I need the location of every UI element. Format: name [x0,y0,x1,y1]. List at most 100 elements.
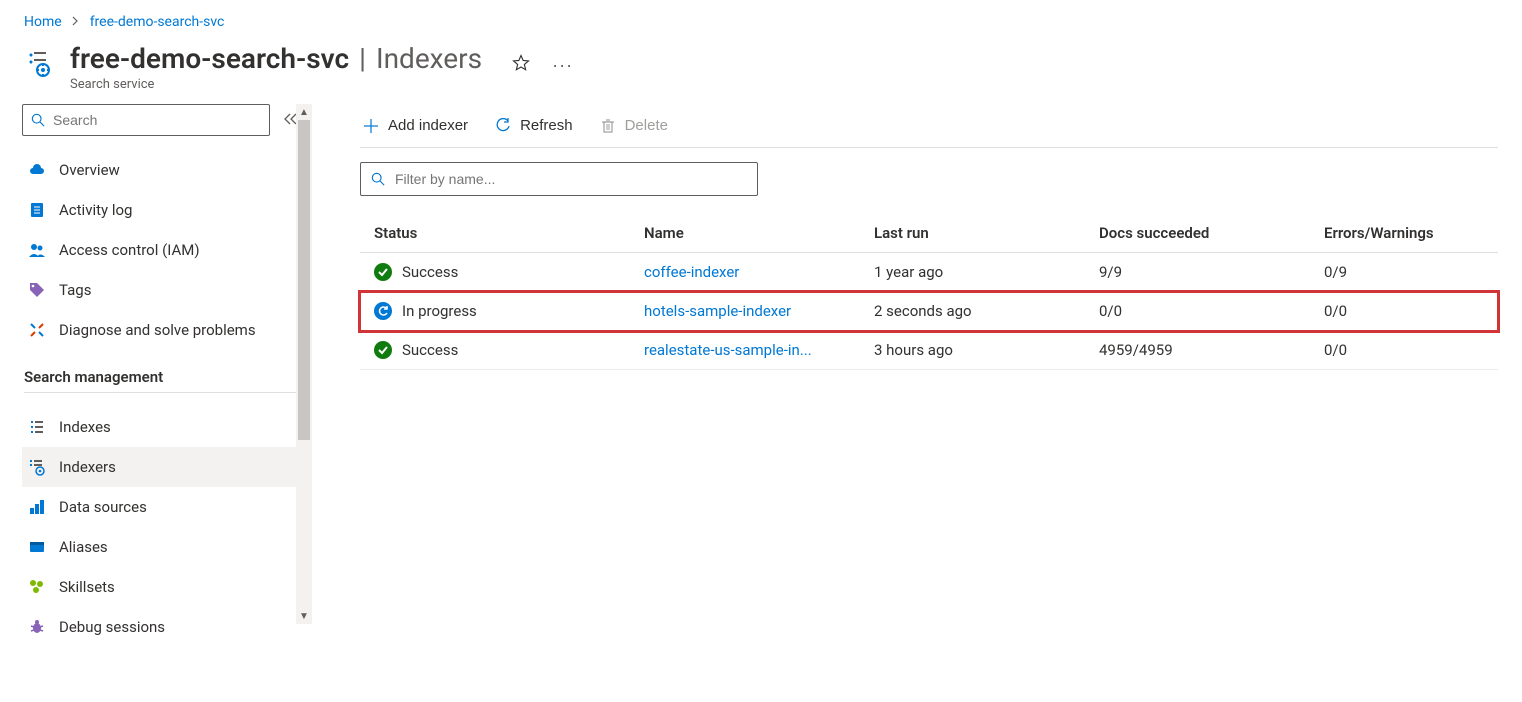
indexer-icon [27,457,47,477]
table-row[interactable]: Success coffee-indexer 1 year ago9/90/9 [360,253,1498,292]
sidebar-section-search-management: Search management [24,368,304,393]
indexer-link[interactable]: realestate-us-sample-in... [644,341,812,359]
sidebar-item-aliases[interactable]: Aliases [22,527,312,567]
sidebar-item-indexers[interactable]: Indexers [22,447,312,487]
sidebar-item-label: Aliases [59,538,108,556]
col-docs-succeeded[interactable]: Docs succeeded [1099,224,1324,242]
status-cell: Success [374,263,644,281]
last-run-cell: 3 hours ago [874,341,1099,359]
filter-input[interactable] [395,171,747,187]
check-circle-icon [374,341,392,359]
skillset-icon [27,577,47,597]
datasource-icon [27,497,47,517]
refresh-icon [494,117,512,135]
indexer-link[interactable]: hotels-sample-indexer [644,302,791,320]
trash-icon [599,117,617,135]
sidebar-search-input[interactable] [53,112,261,128]
delete-button: Delete [597,113,670,139]
last-run-cell: 2 seconds ago [874,302,1099,320]
favorite-button[interactable] [508,50,534,81]
sidebar-item-skillsets[interactable]: Skillsets [22,567,312,607]
wrench-icon [27,320,47,340]
errors-warnings-cell: 0/0 [1324,341,1484,359]
breadcrumb: Home free-demo-search-svc [0,0,1522,38]
scrollbar-down-icon[interactable]: ▼ [296,608,312,624]
col-status[interactable]: Status [374,224,644,242]
add-indexer-button[interactable]: Add indexer [360,113,470,139]
sidebar-item-data-sources[interactable]: Data sources [22,487,312,527]
errors-warnings-cell: 0/9 [1324,263,1484,281]
sidebar-item-debug-sessions[interactable]: Debug sessions [22,607,312,647]
status-text: Success [402,341,458,359]
status-cell: Success [374,341,644,359]
sync-icon [374,302,392,320]
last-run-cell: 1 year ago [874,263,1099,281]
col-name[interactable]: Name [644,224,874,242]
people-icon [27,240,47,260]
indexer-link[interactable]: coffee-indexer [644,263,739,281]
tag-icon [27,280,47,300]
refresh-button[interactable]: Refresh [492,113,575,139]
sidebar-item-label: Data sources [59,498,147,516]
indexers-table: Status Name Last run Docs succeeded Erro… [360,214,1498,370]
errors-warnings-cell: 0/0 [1324,302,1484,320]
sidebar-item-label: Activity log [59,201,132,219]
breadcrumb-home[interactable]: Home [24,14,62,30]
sidebar-item-label: Indexers [59,458,116,476]
command-bar: Add indexer Refresh Delete [360,104,1498,148]
cloud-icon [27,160,47,180]
resource-subtitle: Search service [70,77,482,92]
name-cell: hotels-sample-indexer [644,302,874,320]
col-last-run[interactable]: Last run [874,224,1099,242]
more-actions-button[interactable]: ··· [548,51,577,80]
sidebar-scrollbar-thumb[interactable] [298,120,310,440]
indexer-resource-icon [24,48,54,78]
col-errors-warnings[interactable]: Errors/Warnings [1324,224,1484,242]
check-circle-icon [374,263,392,281]
alias-icon [27,537,47,557]
table-header: Status Name Last run Docs succeeded Erro… [360,214,1498,253]
page-title: free-demo-search-svc | Indexers [70,42,482,75]
breadcrumb-resource[interactable]: free-demo-search-svc [90,14,225,30]
sidebar-item-label: Access control (IAM) [59,241,200,259]
docs-succeeded-cell: 4959/4959 [1099,341,1324,359]
docs-succeeded-cell: 9/9 [1099,263,1324,281]
sidebar-item-label: Indexes [59,418,111,436]
sidebar-item-tags[interactable]: Tags [22,270,312,310]
sidebar-item-overview[interactable]: Overview [22,150,312,190]
filter-by-name[interactable] [360,162,758,196]
table-row[interactable]: In progress hotels-sample-indexer 2 second… [360,292,1498,331]
chevron-right-icon [72,16,80,29]
table-row[interactable]: Success realestate-us-sample-in... 3 hours… [360,331,1498,370]
sidebar-item-label: Tags [59,281,91,299]
blade-name: Indexers [376,42,482,75]
sidebar-item-access-control-iam-[interactable]: Access control (IAM) [22,230,312,270]
sidebar: Overview Activity log Access control (IAM)… [0,104,312,647]
search-icon [371,172,385,186]
status-cell: In progress [374,302,644,320]
sidebar-scrollbar[interactable]: ▲ ▼ [296,104,312,624]
name-cell: coffee-indexer [644,263,874,281]
resource-name: free-demo-search-svc [70,42,349,75]
star-icon [512,54,530,72]
sidebar-item-label: Skillsets [59,578,115,596]
status-text: Success [402,263,458,281]
main-content: Add indexer Refresh Delete [312,104,1522,647]
sidebar-item-indexes[interactable]: Indexes [22,407,312,447]
list-icon [27,417,47,437]
log-icon [27,200,47,220]
sidebar-item-diagnose-and-solve-problems[interactable]: Diagnose and solve problems [22,310,312,350]
docs-succeeded-cell: 0/0 [1099,302,1324,320]
sidebar-item-label: Debug sessions [59,618,165,636]
bug-icon [27,617,47,637]
name-cell: realestate-us-sample-in... [644,341,874,359]
sidebar-item-label: Diagnose and solve problems [59,321,256,339]
sidebar-item-activity-log[interactable]: Activity log [22,190,312,230]
search-icon [31,113,45,127]
status-text: In progress [402,302,477,320]
sidebar-item-label: Overview [59,161,120,179]
plus-icon [362,117,380,135]
page-header: free-demo-search-svc | Indexers Search s… [0,38,1522,104]
scrollbar-up-icon[interactable]: ▲ [296,104,312,120]
sidebar-search[interactable] [22,104,270,136]
